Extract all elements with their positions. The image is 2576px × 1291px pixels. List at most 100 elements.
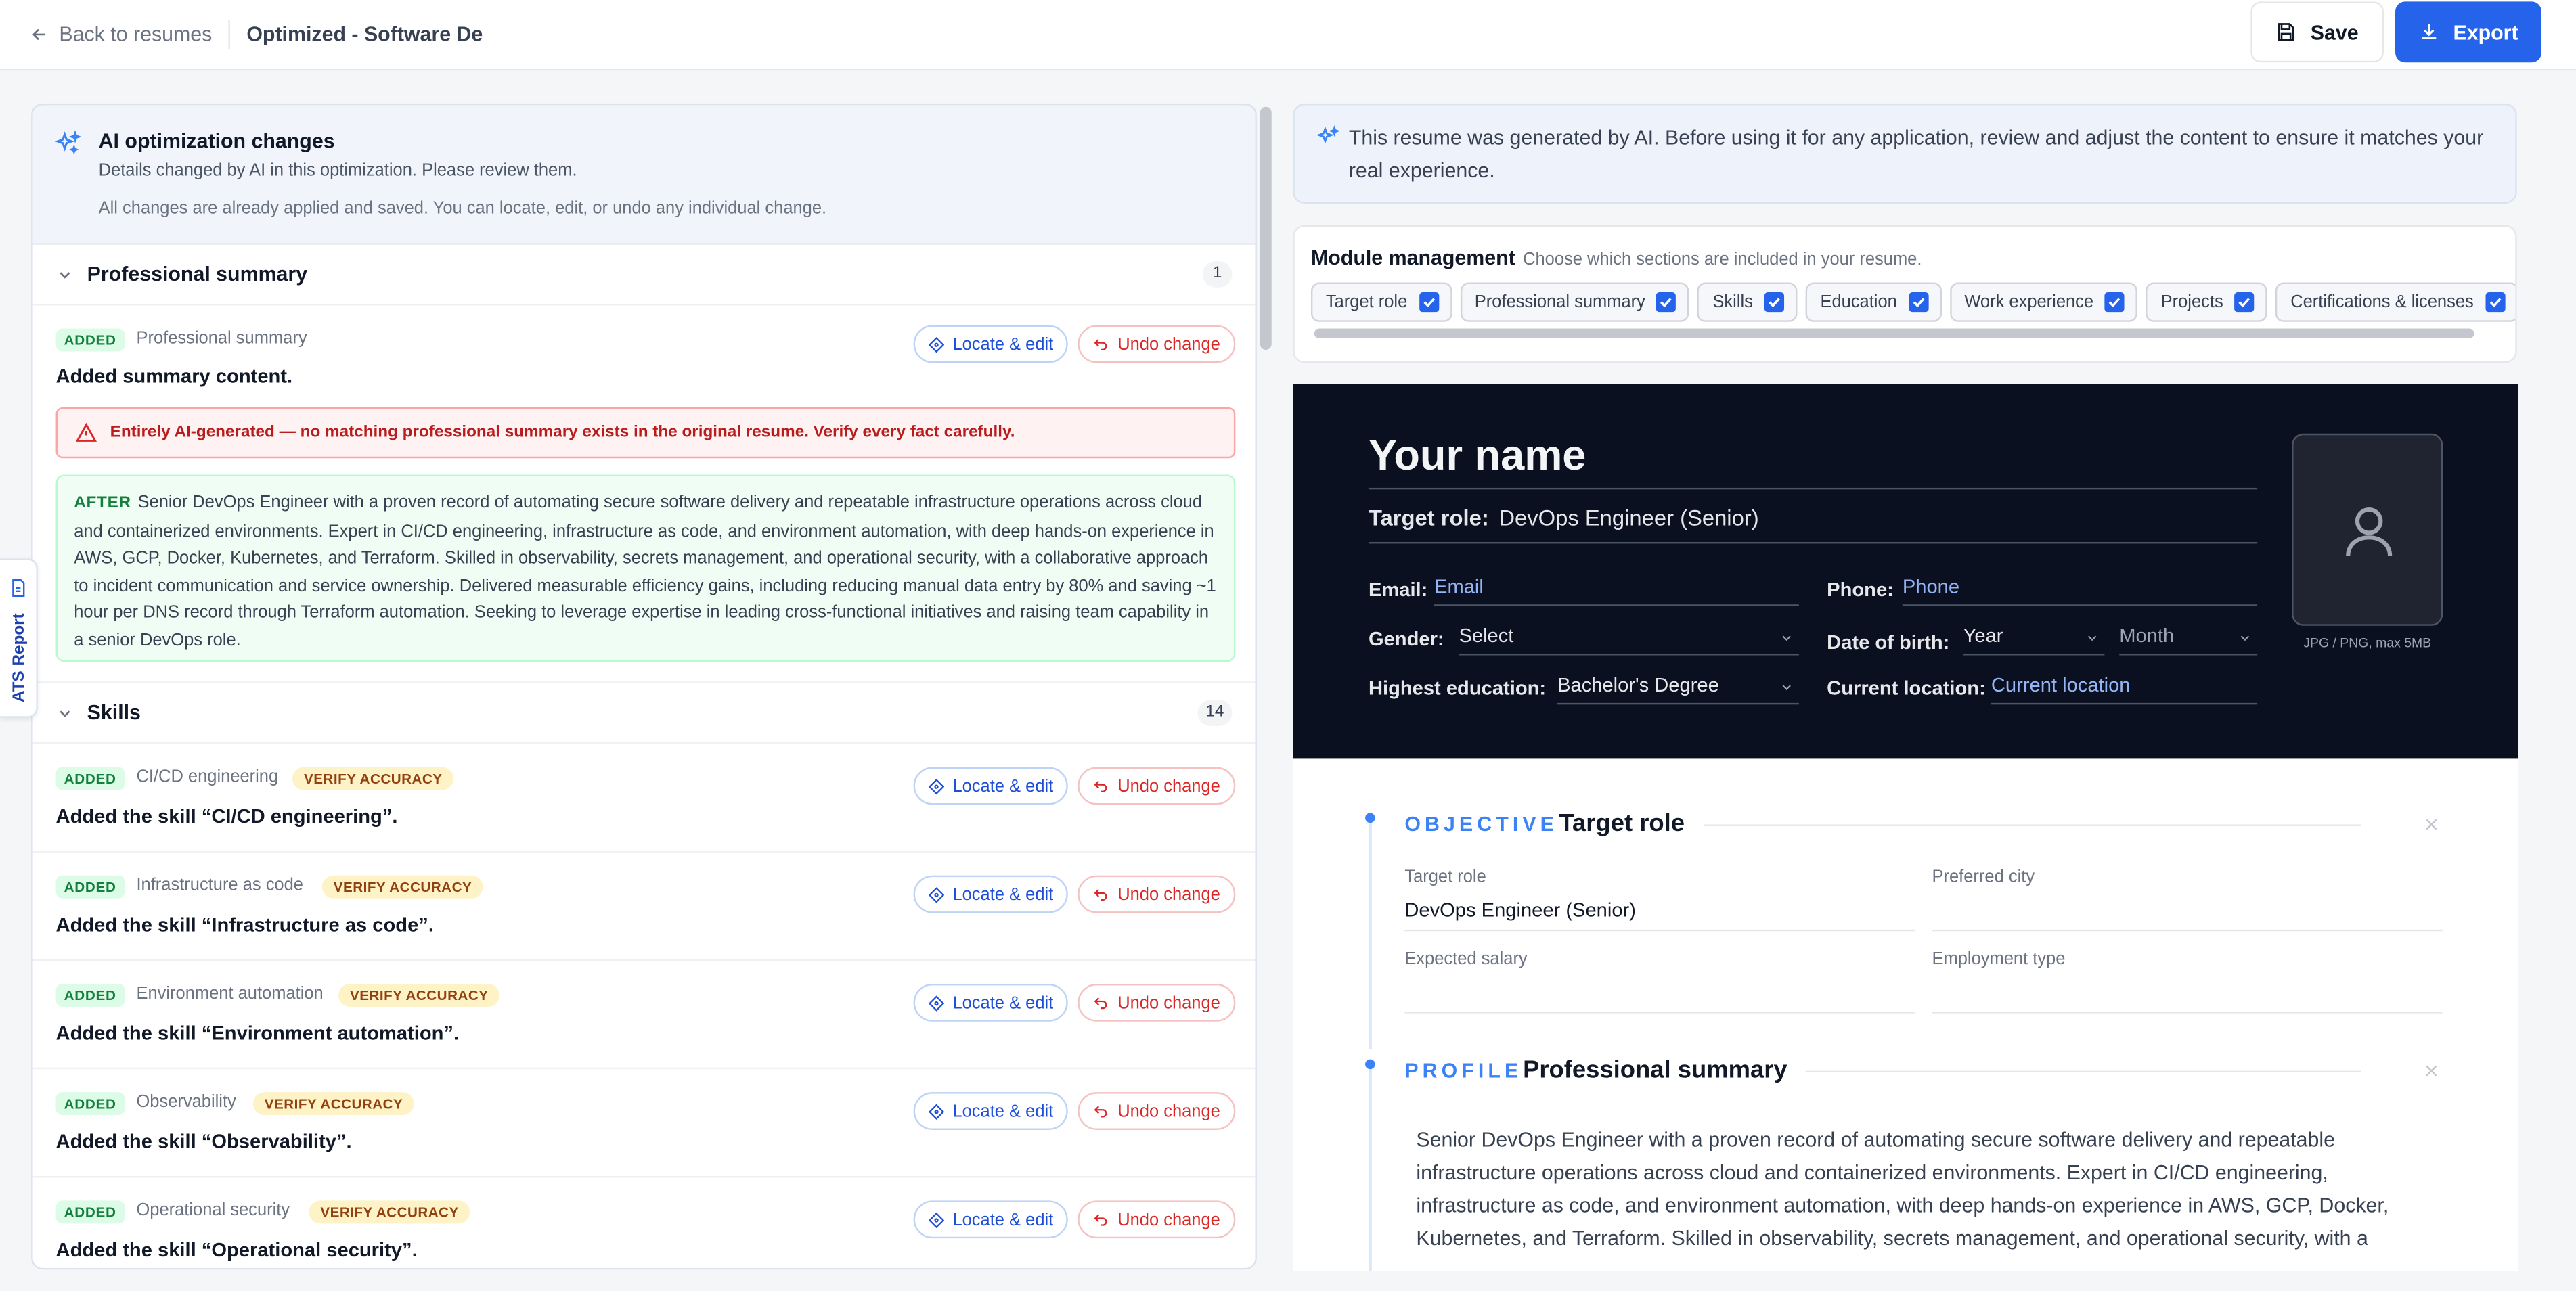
change-item-skill: ADDED Infrastructure as code VERIFY ACCU… xyxy=(32,853,1256,961)
verify-accuracy-badge: VERIFY ACCURACY xyxy=(252,1092,415,1116)
email-input[interactable]: Email xyxy=(1434,575,1799,606)
location-input[interactable]: Current location xyxy=(1991,673,2258,705)
photo-upload[interactable] xyxy=(2292,433,2443,626)
locate-label: Locate & edit xyxy=(952,1101,1054,1121)
user-icon xyxy=(2346,507,2393,557)
module-chip-skills[interactable]: Skills xyxy=(1697,282,1798,322)
checkbox-icon[interactable] xyxy=(1908,292,1928,313)
module-management-subtitle: Choose which sections are included in yo… xyxy=(1523,249,1922,270)
phone-input[interactable]: Phone xyxy=(1902,575,2258,606)
left-panel-scrollbar[interactable] xyxy=(1260,106,1272,350)
checkbox-icon[interactable] xyxy=(1419,292,1439,313)
target-role-input[interactable]: DevOps Engineer (Senior) xyxy=(1404,899,1916,932)
module-chip-education[interactable]: Education xyxy=(1805,282,1942,322)
checkbox-icon[interactable] xyxy=(2234,292,2255,313)
export-button[interactable]: Export xyxy=(2395,1,2542,63)
ats-report-label: ATS Report xyxy=(10,613,29,703)
module-chips: Target role Professional summary Skills … xyxy=(1310,282,2516,322)
back-label: Back to resumes xyxy=(59,22,213,46)
module-management-title: Module management xyxy=(1310,246,1515,270)
locate-icon xyxy=(928,1211,944,1227)
added-badge: ADDED xyxy=(55,875,125,899)
change-label: Observability xyxy=(136,1092,236,1112)
back-to-resumes-link[interactable]: Back to resumes xyxy=(30,22,213,46)
change-description: Added the skill “Infrastructure as code”… xyxy=(55,913,434,936)
dob-year-value: Year xyxy=(1963,624,2003,648)
locate-edit-button[interactable]: Locate & edit xyxy=(913,767,1068,805)
verify-accuracy-badge: VERIFY ACCURACY xyxy=(338,983,500,1007)
export-label: Export xyxy=(2453,20,2518,44)
after-text: Senior DevOps Engineer with a proven rec… xyxy=(74,493,1216,650)
checkbox-icon[interactable] xyxy=(1764,292,1785,313)
locate-edit-button[interactable]: Locate & edit xyxy=(913,1092,1068,1130)
checkbox-icon[interactable] xyxy=(2485,292,2505,313)
undo-icon xyxy=(1094,1105,1108,1117)
added-badge: ADDED xyxy=(55,1092,125,1116)
dob-month-select[interactable]: Month xyxy=(2119,624,2258,656)
module-chip-work-experience[interactable]: Work experience xyxy=(1949,282,2138,322)
employment-type-label: Employment type xyxy=(1932,949,2066,970)
ai-generated-notice: This resume was generated by AI. Before … xyxy=(1293,103,2517,204)
expected-salary-input[interactable] xyxy=(1404,980,1916,1014)
save-button[interactable]: Save xyxy=(2250,1,2384,63)
undo-change-button[interactable]: Undo change xyxy=(1078,1200,1236,1239)
ai-changes-panel: AI optimization changes Details changed … xyxy=(31,103,1257,1270)
change-description: Added the skill “Environment automation”… xyxy=(55,1021,460,1045)
module-chip-target-role[interactable]: Target role xyxy=(1310,282,1452,322)
professional-summary-text[interactable]: Senior DevOps Engineer with a proven rec… xyxy=(1416,1123,2401,1254)
close-icon[interactable] xyxy=(2423,1062,2439,1079)
preferred-city-input[interactable] xyxy=(1932,899,2443,932)
module-chip-projects[interactable]: Projects xyxy=(2146,282,2268,322)
after-label: AFTER xyxy=(74,494,131,513)
locate-edit-button[interactable]: Locate & edit xyxy=(913,983,1068,1022)
modules-scrollbar[interactable] xyxy=(1314,328,2474,339)
locate-edit-button[interactable]: Locate & edit xyxy=(913,1200,1068,1239)
locate-label: Locate & edit xyxy=(952,334,1054,355)
change-label: CI/CD engineering xyxy=(136,767,279,787)
document-title: Optimized - Software De xyxy=(246,22,483,46)
section-header-skills[interactable]: Skills 14 xyxy=(32,683,1256,744)
change-description: Added the skill “CI/CD engineering”. xyxy=(55,805,398,828)
gender-select[interactable]: Select xyxy=(1459,624,1799,656)
undo-change-button[interactable]: Undo change xyxy=(1078,767,1236,805)
undo-label: Undo change xyxy=(1117,884,1220,905)
ats-report-tab[interactable]: ATS Report xyxy=(0,558,38,718)
target-role-field-label: Target role xyxy=(1404,867,1486,887)
undo-change-button[interactable]: Undo change xyxy=(1078,875,1236,913)
objective-title: Target role xyxy=(1559,809,1685,838)
target-role-value: DevOps Engineer (Senior) xyxy=(1498,505,1759,531)
locate-icon xyxy=(928,1103,944,1119)
chevron-down-icon xyxy=(1782,635,1791,641)
change-item-skill: ADDED Operational security VERIFY ACCURA… xyxy=(33,1177,1256,1268)
undo-change-button[interactable]: Undo change xyxy=(1078,983,1236,1022)
resume-preview: Your name Target role: DevOps Engineer (S… xyxy=(1293,384,2519,1271)
undo-change-button[interactable]: Undo change xyxy=(1078,1092,1236,1130)
notice-text: This resume was generated by AI. Before … xyxy=(1348,126,2484,183)
close-icon[interactable] xyxy=(2423,816,2439,832)
chip-label: Education xyxy=(1820,292,1897,313)
name-field[interactable]: Your name xyxy=(1368,430,2258,490)
checkbox-icon[interactable] xyxy=(1656,292,1677,313)
locate-edit-button[interactable]: Locate & edit xyxy=(913,325,1068,363)
dob-year-select[interactable]: Year xyxy=(1963,624,2105,656)
phone-label: Phone: xyxy=(1827,578,1894,602)
target-role-field[interactable]: Target role: DevOps Engineer (Senior) xyxy=(1368,505,2258,544)
locate-edit-button[interactable]: Locate & edit xyxy=(913,875,1068,913)
warning-text: Entirely AI-generated — no matching prof… xyxy=(110,424,1015,442)
undo-change-button[interactable]: Undo change xyxy=(1078,325,1236,363)
education-select[interactable]: Bachelor's Degree xyxy=(1557,673,1799,705)
undo-icon xyxy=(1094,338,1108,350)
module-chip-professional-summary[interactable]: Professional summary xyxy=(1459,282,1690,322)
section-header-professional-summary[interactable]: Professional summary 1 xyxy=(32,245,1256,306)
ai-changes-title: AI optimization changes xyxy=(98,129,335,153)
checkbox-icon[interactable] xyxy=(2105,292,2125,313)
section-title: Professional summary xyxy=(87,263,308,286)
added-badge: ADDED xyxy=(55,767,125,790)
undo-label: Undo change xyxy=(1117,334,1220,355)
module-chip-certifications[interactable]: Certifications & licenses xyxy=(2275,282,2516,322)
employment-type-input[interactable] xyxy=(1932,980,2443,1014)
change-label: Professional summary xyxy=(136,328,307,348)
section-rule xyxy=(1704,824,2361,826)
locate-label: Locate & edit xyxy=(952,775,1054,796)
resume-header: Your name Target role: DevOps Engineer (S… xyxy=(1293,384,2519,759)
